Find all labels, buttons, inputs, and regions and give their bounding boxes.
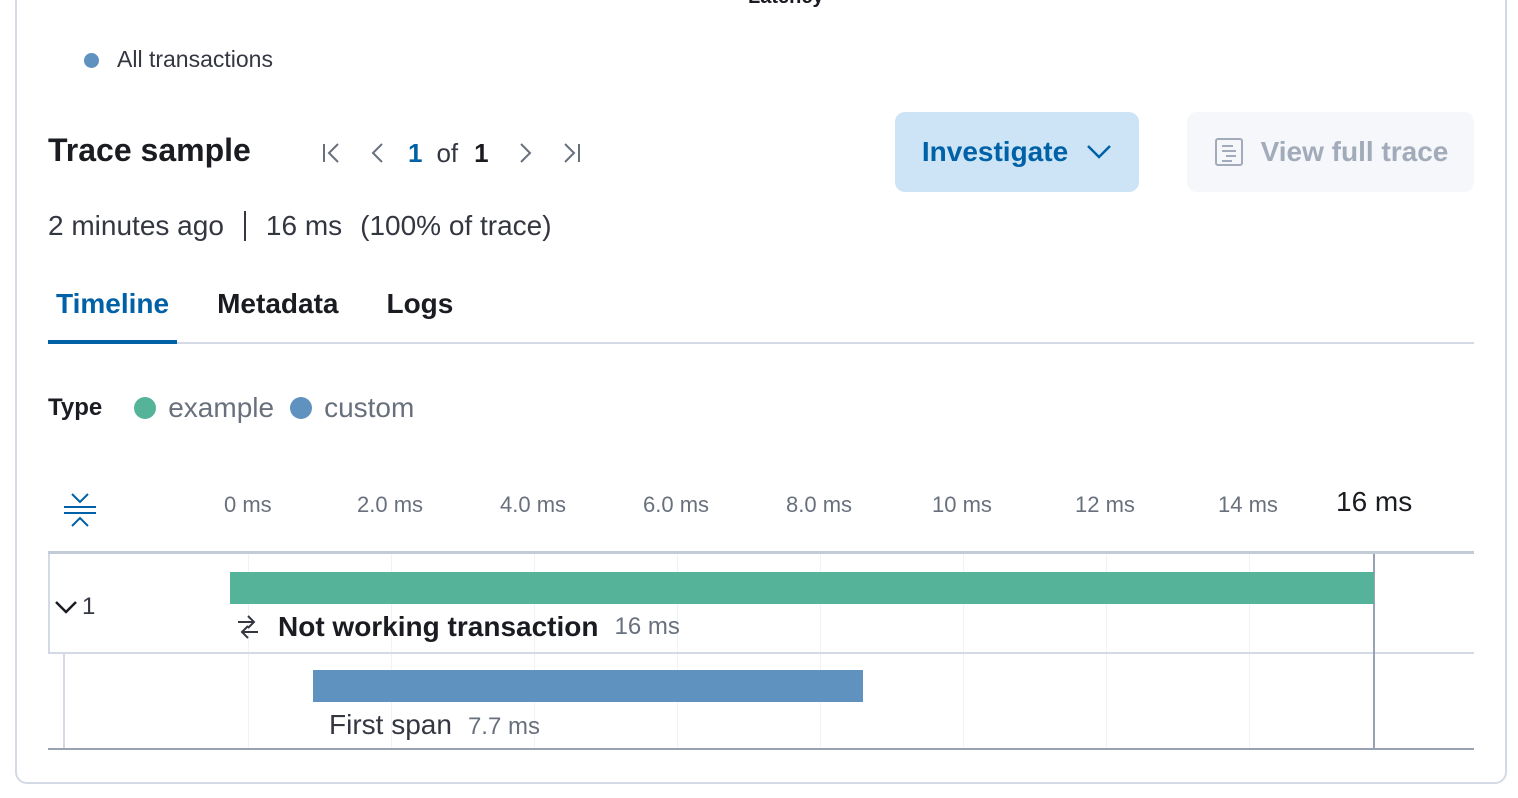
axis-tick: 8.0 ms bbox=[786, 492, 853, 517]
view-full-trace-label: View full trace bbox=[1260, 136, 1449, 167]
axis-tick: 14 ms bbox=[1218, 492, 1278, 517]
view-full-trace-button[interactable]: View full trace bbox=[1187, 112, 1474, 192]
axis-tick: 10 ms bbox=[932, 492, 992, 517]
latency-chart-title: Latency bbox=[748, 0, 824, 9]
trace-pagination: 1 of 1 bbox=[318, 136, 585, 170]
axis-tick: 0 ms bbox=[224, 492, 272, 517]
document-icon bbox=[1214, 138, 1243, 166]
custom-dot-icon bbox=[290, 397, 313, 419]
trace-sample-title: Trace sample bbox=[48, 132, 251, 168]
investigate-button[interactable]: Investigate bbox=[895, 112, 1139, 192]
type-legend-custom: custom bbox=[324, 392, 415, 423]
example-dot-icon bbox=[134, 397, 157, 419]
chart-legend-item[interactable]: All transactions bbox=[84, 46, 273, 73]
axis-tick: 6.0 ms bbox=[643, 492, 710, 517]
transaction-name: Not working transaction bbox=[278, 611, 599, 642]
tab-metadata[interactable]: Metadata bbox=[209, 280, 346, 342]
span-label[interactable]: First span 7.7 ms bbox=[329, 709, 540, 741]
legend-dot-icon bbox=[84, 53, 99, 68]
chevron-down-icon bbox=[55, 601, 77, 614]
trace-timestamp: 2 minutes ago bbox=[48, 210, 224, 241]
transaction-bar[interactable] bbox=[230, 572, 1374, 604]
span-bar[interactable] bbox=[313, 670, 863, 702]
axis-tick: 2.0 ms bbox=[357, 492, 424, 517]
type-legend: Type example custom bbox=[48, 390, 430, 426]
trace-duration: 16 ms bbox=[265, 210, 343, 241]
collapse-all-icon[interactable] bbox=[60, 492, 100, 532]
span-row-indent bbox=[63, 654, 65, 748]
legend-label: All transactions bbox=[117, 46, 273, 72]
waterfall: 1 Not working transaction 16 ms First sp… bbox=[48, 551, 1474, 751]
chevron-down-icon bbox=[1087, 145, 1112, 159]
axis-tick-end: 16 ms bbox=[1336, 486, 1413, 517]
transaction-icon bbox=[238, 615, 258, 639]
span-duration: 7.7 ms bbox=[467, 713, 540, 740]
first-page-icon[interactable] bbox=[318, 139, 346, 167]
trace-percent: (100% of trace) bbox=[360, 210, 552, 241]
page-of-label: of bbox=[436, 137, 459, 168]
child-count: 1 bbox=[82, 593, 96, 620]
next-page-icon[interactable] bbox=[511, 139, 539, 167]
current-page[interactable]: 1 bbox=[408, 138, 422, 169]
tab-timeline[interactable]: Timeline bbox=[48, 280, 178, 344]
transaction-duration: 16 ms bbox=[614, 613, 680, 640]
trace-meta: 2 minutes ago 16 ms (100% of trace) bbox=[48, 210, 552, 242]
investigate-label: Investigate bbox=[921, 136, 1069, 167]
waterfall-bottom-border bbox=[48, 748, 1474, 750]
meta-separator bbox=[243, 211, 246, 241]
previous-page-icon[interactable] bbox=[364, 139, 392, 167]
axis-tick: 12 ms bbox=[1075, 492, 1135, 517]
tab-logs[interactable]: Logs bbox=[378, 280, 461, 342]
transaction-label[interactable]: Not working transaction 16 ms bbox=[234, 611, 680, 643]
type-legend-example: example bbox=[168, 392, 275, 423]
type-legend-label: Type bbox=[48, 394, 103, 421]
trace-tabs: Timeline Metadata Logs bbox=[48, 280, 1474, 344]
span-name: First span bbox=[329, 709, 452, 740]
total-pages[interactable]: 1 bbox=[474, 138, 488, 169]
axis-tick: 4.0 ms bbox=[500, 492, 567, 517]
expand-toggle[interactable]: 1 bbox=[54, 593, 95, 621]
last-page-icon[interactable] bbox=[557, 139, 585, 167]
